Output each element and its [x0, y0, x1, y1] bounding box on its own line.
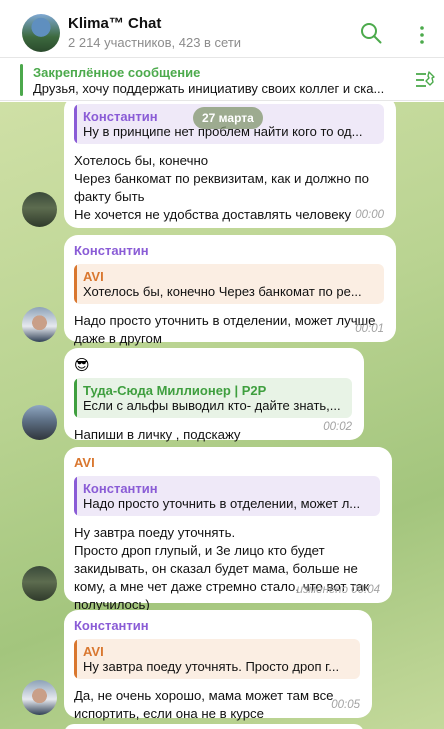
quote-text: Если с альфы выводил кто- дайте знать,..… [83, 398, 341, 413]
pinned-list-icon[interactable] [414, 70, 436, 90]
more-vertical-icon[interactable] [412, 25, 432, 45]
message-text: Надо просто уточнить в отделении, может … [74, 313, 376, 346]
sender-name[interactable]: AVI [74, 455, 380, 470]
pinned-text: Друзья, хочу поддержать инициативу своих… [33, 81, 385, 96]
message-bubble[interactable]: Константин AVI Хотелось бы, конечно Чере… [64, 235, 396, 346]
quote-sender: Туда-Сюда Миллионер | P2P [83, 383, 267, 398]
search-icon[interactable] [360, 22, 382, 44]
message-bubble[interactable]: AVI Константин Надо просто уточнить в от… [64, 447, 392, 612]
quote-text: Ну завтра поеду уточнять. Просто дроп г.… [83, 659, 340, 674]
message-time: изменено 00:04 [296, 584, 380, 596]
message-text: Да, не очень хорошо, мама может там все … [74, 688, 334, 721]
message-time: 00:02 [323, 421, 352, 433]
avatar[interactable] [22, 680, 57, 715]
message-bubble[interactable] [64, 724, 364, 729]
reply-quote[interactable]: AVI Хотелось бы, конечно Через банкомат … [74, 264, 384, 304]
chat-members-count: 2 214 участников, 423 в сети [68, 35, 242, 50]
message-time: 00:00 [355, 209, 384, 221]
message-text: Хотелось бы, конечно Через банкомат по р… [74, 153, 369, 222]
sender-name[interactable]: Константин [74, 618, 360, 633]
sender-name[interactable]: Константин [74, 243, 384, 258]
reply-quote[interactable]: Туда-Сюда Миллионер | P2P Если с альфы в… [74, 378, 352, 418]
pinned-title: Закреплённое сообщение [33, 65, 201, 80]
message-time: 00:05 [331, 699, 360, 711]
sender-emoji: 😎 [74, 357, 90, 374]
chat-avatar[interactable] [22, 14, 60, 52]
chat-header: Klima™ Chat 2 214 участников, 423 в сети [0, 0, 444, 58]
avatar[interactable] [22, 405, 57, 440]
avatar[interactable] [22, 192, 57, 227]
message-time: 00:01 [355, 323, 384, 335]
quote-text: Хотелось бы, конечно Через банкомат по р… [83, 284, 362, 299]
chat-messages-area[interactable]: Константин Ну в принципе нет проблем най… [0, 102, 444, 729]
quote-text: Надо просто уточнить в отделении, может … [83, 496, 361, 511]
pinned-indicator [20, 64, 23, 96]
avatar[interactable] [22, 566, 57, 601]
message-bubble[interactable]: Константин AVI Ну завтра поеду уточнять.… [64, 610, 372, 721]
message-text: Ну завтра поеду уточнять. Просто дроп гл… [74, 525, 370, 612]
pinned-message-bar[interactable]: Закреплённое сообщение Друзья, хочу подд… [0, 59, 444, 101]
message-text: Напиши в личку , подскажу [74, 427, 241, 442]
chat-title[interactable]: Klima™ Chat [68, 15, 161, 32]
quote-sender: AVI [83, 644, 104, 659]
reply-quote[interactable]: AVI Ну завтра поеду уточнять. Просто дро… [74, 639, 360, 679]
reply-quote[interactable]: Константин Надо просто уточнить в отделе… [74, 476, 380, 516]
quote-sender: AVI [83, 269, 104, 284]
quote-sender: Константин [83, 481, 158, 496]
message-bubble[interactable]: 😎 Туда-Сюда Миллионер | P2P Если с альфы… [64, 348, 364, 442]
date-badge: 27 марта [193, 107, 263, 129]
avatar[interactable] [22, 307, 57, 342]
